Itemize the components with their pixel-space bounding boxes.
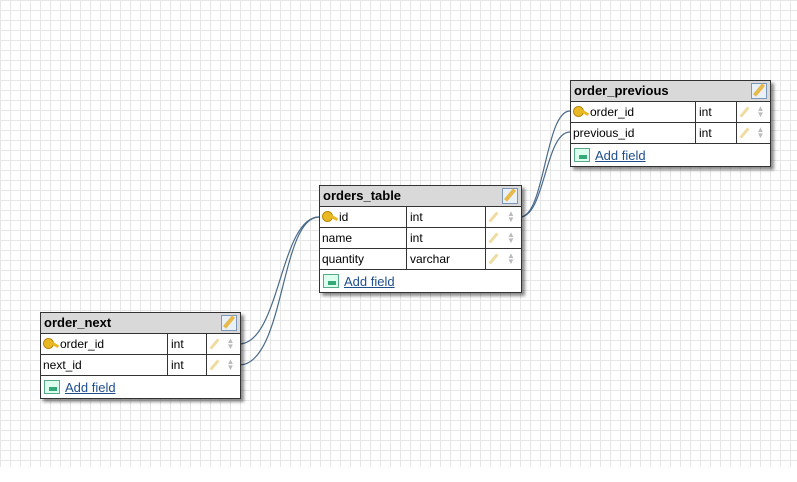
field-row[interactable]: id int ▲ ▼ xyxy=(320,207,521,228)
field-type: int xyxy=(696,123,737,143)
field-name: id xyxy=(339,210,349,224)
table-name: orders_table xyxy=(323,188,402,203)
add-field-link[interactable]: Add field xyxy=(595,148,646,163)
edit-field-icon[interactable] xyxy=(488,211,499,223)
table-header[interactable]: orders_table xyxy=(320,186,521,207)
primary-key-icon xyxy=(573,105,589,119)
add-field-icon xyxy=(44,380,60,394)
reorder-icon[interactable]: ▲ ▼ xyxy=(507,210,515,224)
relation-line xyxy=(238,216,320,345)
add-field-icon xyxy=(574,148,590,162)
edit-table-icon[interactable] xyxy=(751,83,767,99)
field-name: quantity xyxy=(322,252,365,266)
field-type: int xyxy=(407,207,486,227)
reorder-icon[interactable]: ▲ ▼ xyxy=(507,252,515,266)
table-header[interactable]: order_previous xyxy=(571,81,770,102)
edit-field-icon[interactable] xyxy=(739,106,750,118)
edit-field-icon[interactable] xyxy=(209,359,220,371)
add-field-icon xyxy=(323,274,339,288)
primary-key-icon xyxy=(322,210,338,224)
field-name: previous_id xyxy=(573,126,635,140)
reorder-icon[interactable]: ▲ ▼ xyxy=(757,105,765,119)
field-row[interactable]: order_id int ▲ ▼ xyxy=(41,334,240,355)
reorder-icon[interactable]: ▲ ▼ xyxy=(757,126,765,140)
table-order-previous[interactable]: order_previous order_id int ▲ ▼ previous_id in… xyxy=(570,80,771,167)
edit-table-icon[interactable] xyxy=(502,188,518,204)
edit-field-icon[interactable] xyxy=(739,127,750,139)
reorder-icon[interactable]: ▲ ▼ xyxy=(227,358,235,372)
field-row[interactable]: previous_id int ▲ ▼ xyxy=(571,123,770,144)
relation-line xyxy=(519,110,571,218)
table-order-next[interactable]: order_next order_id int ▲ ▼ next_id int ▲ ▼ Add f… xyxy=(40,312,241,399)
field-row[interactable]: next_id int ▲ ▼ xyxy=(41,355,240,376)
field-type: int xyxy=(168,355,207,375)
edit-field-icon[interactable] xyxy=(488,253,499,265)
field-type: int xyxy=(168,334,207,354)
field-type: varchar xyxy=(407,249,486,269)
field-type: int xyxy=(696,102,737,122)
field-name: order_id xyxy=(590,105,635,119)
reorder-icon[interactable]: ▲ ▼ xyxy=(227,337,235,351)
field-name: next_id xyxy=(43,358,82,372)
table-orders-table[interactable]: orders_tableid int ▲ ▼ name int ▲ ▼ quantity varc… xyxy=(319,185,522,293)
primary-key-icon xyxy=(43,337,59,351)
field-row[interactable]: quantity varchar ▲ ▼ xyxy=(320,249,521,270)
table-name: order_previous xyxy=(574,83,669,98)
field-name: name xyxy=(322,231,353,245)
add-field-link[interactable]: Add field xyxy=(65,380,116,395)
reorder-icon[interactable]: ▲ ▼ xyxy=(507,231,515,245)
edit-field-icon[interactable] xyxy=(488,232,499,244)
field-type: int xyxy=(407,228,486,248)
add-field-link[interactable]: Add field xyxy=(344,274,395,289)
table-header[interactable]: order_next xyxy=(41,313,240,334)
edit-field-icon[interactable] xyxy=(209,338,220,350)
relation-line xyxy=(238,216,320,366)
edit-table-icon[interactable] xyxy=(221,315,237,331)
field-row[interactable]: name int ▲ ▼ xyxy=(320,228,521,249)
field-name: order_id xyxy=(60,337,105,351)
table-name: order_next xyxy=(44,315,112,330)
field-row[interactable]: order_id int ▲ ▼ xyxy=(571,102,770,123)
relation-line xyxy=(519,131,571,218)
